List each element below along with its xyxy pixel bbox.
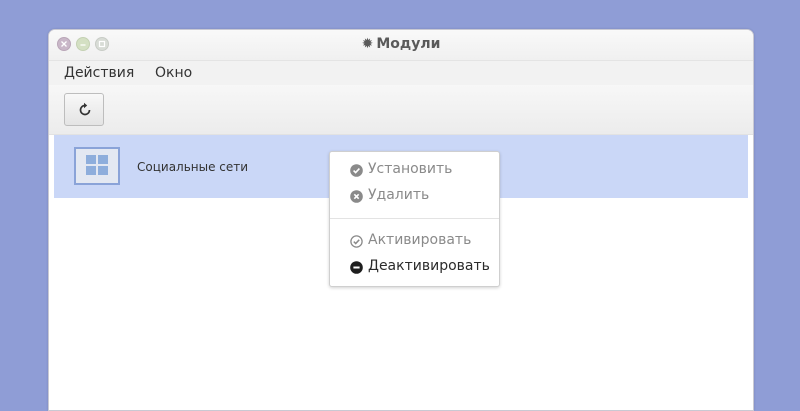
window-title-text: Модули bbox=[376, 36, 441, 52]
menu-actions[interactable]: Действия bbox=[64, 65, 134, 81]
menu-bar: Действия Окно bbox=[49, 60, 753, 86]
windows-icon bbox=[74, 147, 120, 185]
title-bar[interactable]: ✹ Модули bbox=[49, 30, 753, 60]
menu-item-install[interactable]: Установить bbox=[350, 161, 490, 181]
window-title: ✹ Модули bbox=[49, 36, 753, 52]
minus-circle-icon bbox=[350, 261, 363, 274]
refresh-icon bbox=[79, 102, 91, 116]
context-menu: Установить Удалить Активировать Деактиви… bbox=[329, 151, 500, 287]
menu-item-activate[interactable]: Активировать bbox=[350, 232, 490, 252]
gear-icon: ✹ bbox=[361, 36, 374, 52]
menu-window[interactable]: Окно bbox=[155, 65, 192, 81]
menu-separator bbox=[330, 218, 499, 219]
module-name: Социальные сети bbox=[137, 160, 249, 174]
menu-item-deactivate[interactable]: Деактивировать bbox=[350, 258, 490, 278]
check-circle-icon bbox=[350, 164, 363, 177]
menu-item-remove[interactable]: Удалить bbox=[350, 187, 490, 207]
cross-circle-icon bbox=[350, 190, 363, 203]
refresh-button[interactable] bbox=[64, 93, 104, 126]
toolbar bbox=[49, 85, 753, 135]
check-circle-outline-icon bbox=[350, 235, 363, 248]
